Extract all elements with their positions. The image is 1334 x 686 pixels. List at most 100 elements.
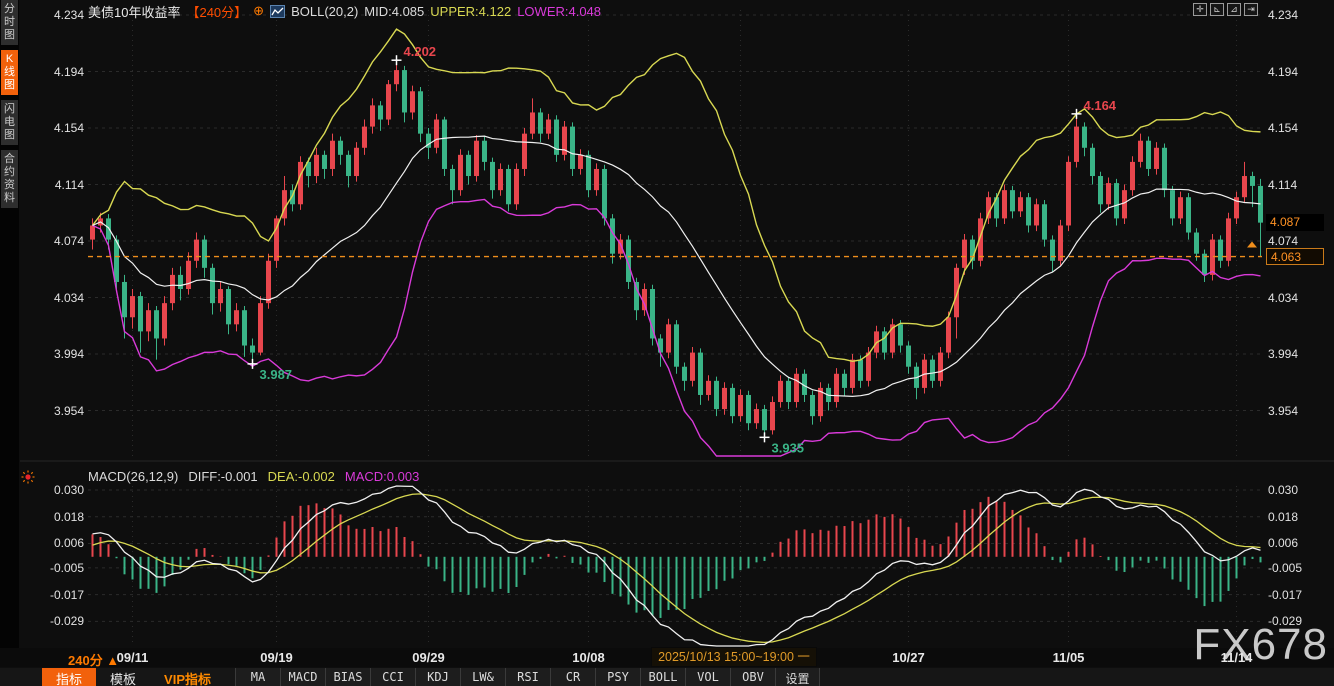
candle-body[interactable] [202, 240, 207, 268]
export-icon[interactable]: ⇥ [1244, 3, 1258, 16]
candle-body[interactable] [954, 268, 959, 317]
candle-body[interactable] [690, 353, 695, 381]
sidebar-tab-2[interactable]: 闪电图 [1, 100, 18, 145]
candle-body[interactable] [194, 240, 199, 261]
candle-body[interactable] [658, 338, 663, 352]
candle-body[interactable] [594, 169, 599, 190]
candle-body[interactable] [1026, 197, 1031, 225]
axis-scale-icon[interactable]: ⊾ [1210, 3, 1224, 16]
candle-body[interactable] [1162, 148, 1167, 190]
sidebar-tab-3[interactable]: 合约资料 [1, 150, 18, 208]
candle-body[interactable] [538, 112, 543, 133]
candle-body[interactable] [522, 134, 527, 169]
candle-body[interactable] [154, 310, 159, 338]
candle-body[interactable] [1058, 225, 1063, 260]
candle-body[interactable] [330, 141, 335, 169]
candle-body[interactable] [314, 155, 319, 176]
indicator-button-obv[interactable]: OBV [730, 668, 775, 686]
macd-pane-marker-icon[interactable] [21, 470, 35, 489]
candle-body[interactable] [1034, 204, 1039, 225]
candle-body[interactable] [842, 374, 847, 388]
candle-body[interactable] [578, 155, 583, 169]
indicator-button-lw[interactable]: LW& [460, 668, 505, 686]
candle-body[interactable] [1218, 240, 1223, 261]
candle-body[interactable] [162, 303, 167, 338]
candle-body[interactable] [402, 70, 407, 112]
candle-body[interactable] [1090, 148, 1095, 176]
candle-body[interactable] [834, 374, 839, 402]
candle-body[interactable] [698, 353, 703, 395]
candle-body[interactable] [602, 169, 607, 218]
candle-body[interactable] [138, 296, 143, 331]
candle-body[interactable] [506, 169, 511, 204]
candle-body[interactable] [1106, 183, 1111, 204]
axis-pointer-icon[interactable]: ⊿ [1227, 3, 1241, 16]
candle-body[interactable] [754, 409, 759, 423]
candle-body[interactable] [1138, 141, 1143, 162]
candle-body[interactable] [418, 91, 423, 133]
candle-body[interactable] [1250, 176, 1255, 186]
sidebar-tab-0[interactable]: 分时图 [1, 0, 18, 45]
kline-chart-canvas[interactable]: 4.2023.9873.9354.164 [0, 0, 1334, 648]
candle-body[interactable] [682, 367, 687, 381]
sidebar-tab-1[interactable]: K线图 [1, 50, 18, 95]
candle-body[interactable] [1186, 197, 1191, 232]
candle-body[interactable] [322, 155, 327, 169]
candle-body[interactable] [1210, 240, 1215, 275]
candle-body[interactable] [410, 91, 415, 112]
candle-body[interactable] [530, 112, 535, 133]
indicator-button-cr[interactable]: CR [550, 668, 595, 686]
candle-body[interactable] [130, 296, 135, 317]
indicator-button-kdj[interactable]: KDJ [415, 668, 460, 686]
candle-body[interactable] [250, 346, 255, 353]
indicator-button-[interactable]: 设置 [775, 668, 820, 686]
candle-body[interactable] [434, 120, 439, 148]
candle-body[interactable] [882, 331, 887, 352]
candle-body[interactable] [242, 310, 247, 345]
indicator-button-cci[interactable]: CCI [370, 668, 415, 686]
candle-body[interactable] [1082, 127, 1087, 148]
candle-body[interactable] [1114, 183, 1119, 218]
candle-body[interactable] [1122, 190, 1127, 218]
candle-body[interactable] [90, 225, 95, 239]
candle-body[interactable] [770, 402, 775, 430]
candle-body[interactable] [1018, 197, 1023, 211]
candle-body[interactable] [1002, 190, 1007, 218]
candle-body[interactable] [170, 275, 175, 303]
candle-body[interactable] [666, 324, 671, 352]
candle-body[interactable] [378, 105, 383, 119]
candle-body[interactable] [458, 155, 463, 190]
candle-body[interactable] [178, 275, 183, 289]
candle-body[interactable] [1066, 162, 1071, 226]
candle-body[interactable] [898, 324, 903, 345]
candle-body[interactable] [738, 395, 743, 416]
candle-body[interactable] [338, 141, 343, 155]
candle-body[interactable] [1074, 127, 1079, 162]
toolbar-tab-0[interactable]: 指标 [42, 668, 96, 686]
toolbar-tab-2[interactable]: VIP指标 [150, 668, 225, 686]
candle-body[interactable] [706, 381, 711, 395]
candle-body[interactable] [258, 303, 263, 352]
candle-body[interactable] [186, 261, 191, 289]
indicator-button-vol[interactable]: VOL [685, 668, 730, 686]
candle-body[interactable] [946, 317, 951, 352]
candle-body[interactable] [1242, 176, 1247, 197]
candle-body[interactable] [650, 289, 655, 338]
candle-body[interactable] [1010, 190, 1015, 211]
period-selector[interactable]: 240分 ▲ [68, 650, 119, 669]
candle-body[interactable] [234, 310, 239, 324]
pan-icon[interactable]: ✛ [1193, 3, 1207, 16]
candle-body[interactable] [498, 169, 503, 190]
indicator-button-macd[interactable]: MACD [280, 668, 325, 686]
candle-body[interactable] [1178, 197, 1183, 218]
candle-body[interactable] [722, 388, 727, 409]
candle-body[interactable] [490, 162, 495, 190]
candle-body[interactable] [674, 324, 679, 366]
candle-body[interactable] [546, 120, 551, 134]
toolbar-tab-1[interactable]: 模板 [96, 668, 150, 686]
indicator-button-ma[interactable]: MA [235, 668, 280, 686]
candle-body[interactable] [938, 353, 943, 381]
candle-body[interactable] [1154, 148, 1159, 169]
candle-body[interactable] [1194, 233, 1199, 254]
candle-body[interactable] [634, 282, 639, 310]
